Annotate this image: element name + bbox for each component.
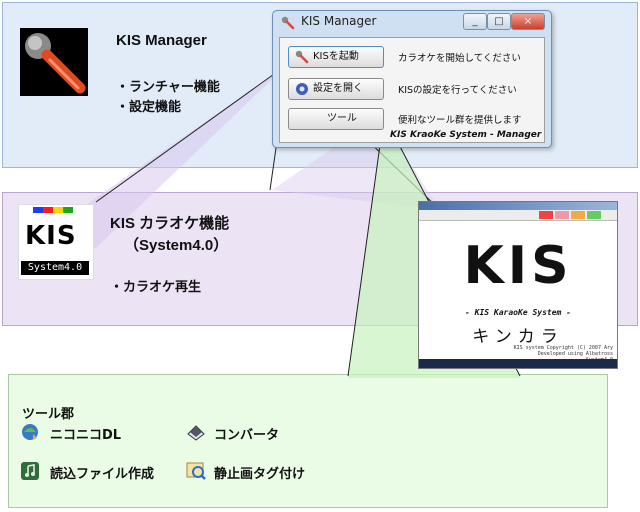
kis-logo: KIS System4.0 bbox=[18, 204, 94, 280]
open-settings-button[interactable]: 設定を開く bbox=[288, 78, 384, 100]
player-system-text: - KIS KaraoKe System - bbox=[465, 308, 571, 317]
kis-player-screenshot: KIS - KIS KaraoKe System - キンカラ KIS syst… bbox=[418, 201, 618, 369]
tool-image-tagging[interactable]: 静止画タグ付け bbox=[214, 463, 305, 482]
minimize-button[interactable]: _ bbox=[463, 13, 487, 30]
converter-icon bbox=[186, 422, 206, 442]
settings-icon bbox=[295, 82, 309, 104]
karaoke-title: KIS カラオケ機能 bbox=[110, 215, 230, 232]
microphone-icon bbox=[295, 50, 309, 72]
kis-logo-text: KIS bbox=[25, 221, 77, 251]
nico-download-icon bbox=[20, 422, 40, 442]
window-title: KIS Manager bbox=[301, 14, 377, 28]
image-tag-icon bbox=[186, 461, 206, 481]
window-mic-icon bbox=[281, 15, 295, 34]
player-titlebar bbox=[419, 202, 617, 210]
window-client-area: KISを起動 カラオケを開始してください 設定を開く KISの設定を行ってくださ… bbox=[279, 37, 545, 143]
tool-create-load-file[interactable]: 読込ファイル作成 bbox=[50, 463, 154, 482]
open-settings-desc: KISの設定を行ってください bbox=[398, 85, 517, 96]
launch-kis-label: KISを起動 bbox=[313, 51, 359, 62]
karaoke-feature-playback: ・カラオケ再生 bbox=[110, 280, 202, 295]
microphone-logo-icon bbox=[20, 28, 88, 96]
player-kana-text: キンカラ bbox=[472, 327, 564, 347]
player-statusbar bbox=[419, 359, 617, 368]
open-settings-label: 設定を開く bbox=[313, 83, 363, 94]
tool-converter[interactable]: コンバータ bbox=[214, 424, 279, 443]
launch-kis-desc: カラオケを開始してください bbox=[398, 53, 521, 64]
manager-footer-banner: KIS KraoKe System - Manager bbox=[390, 130, 542, 140]
tools-button[interactable]: ツール bbox=[288, 108, 384, 130]
kis-logo-sub: System4.0 bbox=[21, 261, 89, 275]
launch-kis-button[interactable]: KISを起動 bbox=[288, 46, 384, 68]
kis-manager-window: KIS Manager _ □ × KISを起動 カラオケを開始してください 設… bbox=[272, 10, 552, 148]
tool-nico-download[interactable]: ニコニコDL bbox=[50, 424, 121, 443]
music-file-icon bbox=[20, 461, 40, 481]
player-menubar bbox=[419, 210, 617, 221]
close-button[interactable]: × bbox=[511, 13, 545, 30]
tools-title: ツール郡 bbox=[22, 407, 75, 422]
window-titlebar: KIS Manager _ □ × bbox=[273, 11, 551, 33]
manager-title: KIS Manager bbox=[116, 32, 207, 49]
maximize-button[interactable]: □ bbox=[487, 13, 511, 30]
player-big-logo: KIS bbox=[463, 236, 573, 296]
manager-feature-settings: ・設定機能 bbox=[116, 100, 182, 115]
karaoke-subtitle: （System4.0） bbox=[124, 237, 229, 254]
tools-desc: 便利なツール群を提供します bbox=[398, 115, 522, 126]
tools-button-label: ツール bbox=[327, 113, 357, 124]
manager-feature-launcher: ・ランチャー機能 bbox=[116, 80, 220, 95]
